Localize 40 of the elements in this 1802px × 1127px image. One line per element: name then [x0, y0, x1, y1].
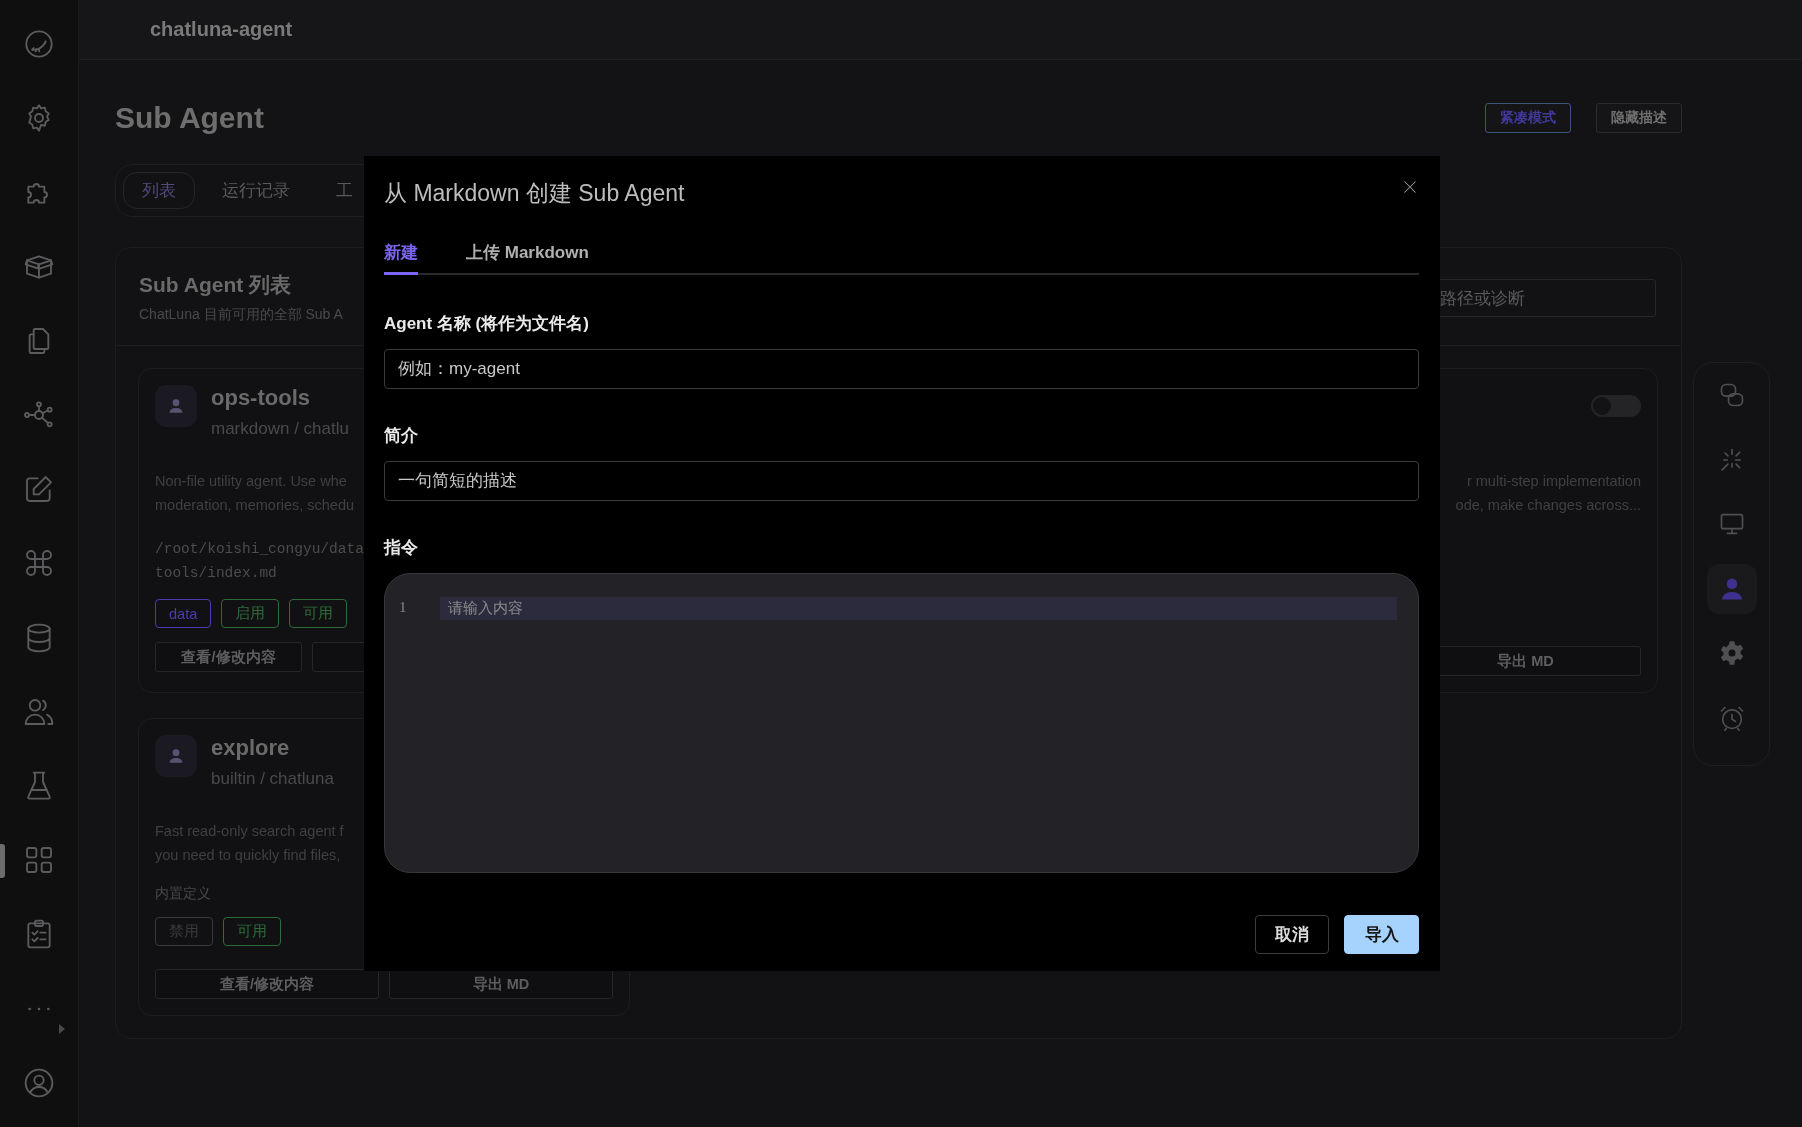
text-field[interactable]: 例如：my-agent	[384, 349, 1419, 389]
status-tag: 启用	[221, 599, 280, 628]
tab[interactable]: 工	[317, 172, 372, 209]
import-button[interactable]: 导入	[1344, 915, 1419, 954]
caret-icon[interactable]	[58, 1023, 66, 1035]
more-icon	[26, 1006, 52, 1011]
avatar-icon	[155, 735, 197, 777]
card-button[interactable]: 查看/修改内容	[155, 642, 302, 672]
line-number: 1	[399, 598, 408, 616]
logo-icon	[23, 28, 55, 61]
card-button[interactable]: 查看/修改内容	[155, 969, 379, 999]
dialog-title: 从 Markdown 创建 Sub Agent	[384, 179, 685, 208]
field-label: Agent 名称 (将作为文件名)	[384, 313, 590, 335]
avatar-icon	[155, 385, 197, 427]
tab[interactable]: 列表	[123, 172, 195, 209]
tab[interactable]: 运行记录	[203, 172, 309, 209]
field-label: 指令	[384, 537, 419, 559]
app-title: chatluna-agent	[150, 18, 293, 41]
panel-title: Sub Agent 列表	[139, 272, 292, 298]
page-title: Sub Agent	[115, 101, 265, 135]
tab[interactable]: 上传 Markdown	[466, 241, 589, 275]
status-tag: 可用	[289, 599, 348, 628]
editor-placeholder: 请输入内容	[448, 599, 523, 618]
agent-name: explore	[211, 735, 291, 761]
status-tag: data	[155, 599, 212, 628]
file-path: /root/koishi_congyu/data tools/index.md	[155, 540, 364, 583]
cancel-button[interactable]: 取消	[1255, 915, 1329, 954]
user-icon	[23, 1066, 55, 1099]
agent-name: ops-tools	[211, 385, 311, 411]
dock-item[interactable]	[1706, 563, 1757, 614]
toggle-button[interactable]: 隐藏描述	[1596, 103, 1682, 133]
status-tag: 可用	[223, 917, 281, 946]
code-editor[interactable]: 1 请输入内容	[384, 573, 1419, 873]
text-field[interactable]: 一句简短的描述	[384, 461, 1419, 501]
agent-source: builtin / chatluna	[211, 769, 334, 789]
toggle-button[interactable]: 紧凑模式	[1485, 103, 1571, 133]
agent-source: markdown / chatlu	[211, 419, 349, 439]
card-button[interactable]: 导出 MD	[389, 969, 613, 999]
tab[interactable]: 新建	[384, 241, 418, 275]
field-label: 简介	[384, 425, 419, 447]
